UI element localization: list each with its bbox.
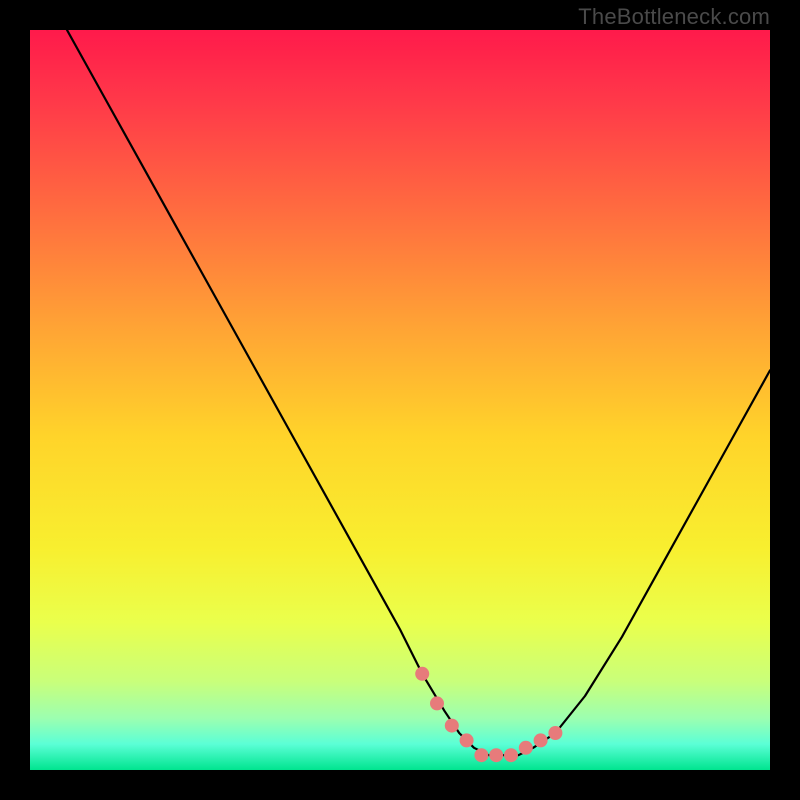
highlight-markers <box>415 667 562 762</box>
marker-dot <box>548 726 562 740</box>
marker-dot <box>504 748 518 762</box>
marker-dot <box>460 733 474 747</box>
bottleneck-curve <box>67 30 770 755</box>
marker-dot <box>534 733 548 747</box>
marker-dot <box>445 719 459 733</box>
marker-dot <box>489 748 503 762</box>
marker-dot <box>430 696 444 710</box>
marker-dot <box>474 748 488 762</box>
plot-area <box>30 30 770 770</box>
marker-dot <box>415 667 429 681</box>
chart-stage: TheBottleneck.com <box>0 0 800 800</box>
marker-dot <box>519 741 533 755</box>
watermark-text: TheBottleneck.com <box>578 4 770 30</box>
curve-layer <box>30 30 770 770</box>
